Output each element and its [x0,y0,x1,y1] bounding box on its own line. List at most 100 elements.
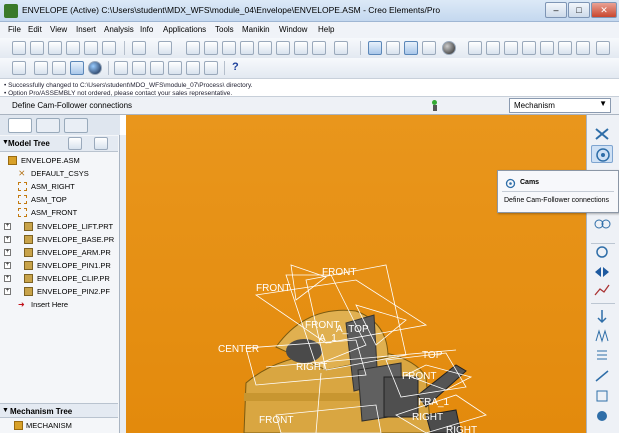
undo-icon[interactable] [132,41,146,55]
menu-file[interactable]: File [8,25,21,34]
collapse-icon[interactable]: ▼ [2,407,9,414]
datum-plane-tool-icon[interactable] [114,61,128,75]
find-icon[interactable] [294,41,308,55]
copy-icon[interactable] [204,41,218,55]
tree-item[interactable]: ASM_FRONT [0,206,118,219]
analysis-tool-icon[interactable] [204,61,218,75]
separator [591,303,615,304]
tree-item[interactable]: ⨯ DEFAULT_CSYS [0,167,118,180]
menu-tools[interactable]: Tools [215,25,234,34]
datum-axes-icon[interactable] [386,41,400,55]
tree-item[interactable]: + ENVELOPE_ARM.PR [0,246,118,259]
tree-show-icon[interactable] [94,137,108,150]
menu-insert[interactable]: Insert [76,25,96,34]
print-icon[interactable] [84,41,98,55]
initial-condition-icon[interactable] [591,387,613,405]
chevron-down-icon: ▼ [599,99,607,108]
expand-icon[interactable]: + [4,274,11,282]
wireframe-icon[interactable] [12,61,26,75]
no-hidden-icon[interactable] [52,61,66,75]
graphics-window[interactable]: FRONT FRONT FRONT A_TOP A_1 CENTER RIGHT TOP FRO… [126,115,586,435]
gravity-icon[interactable] [591,307,613,325]
toolbar-row-1 [0,38,619,58]
datum-points-icon[interactable] [404,41,418,55]
csys-display-icon[interactable] [422,41,436,55]
refit-icon[interactable] [522,41,536,55]
drag-components-icon[interactable] [591,263,613,281]
minimize-button[interactable]: – [545,2,567,18]
datum-point-tool-icon[interactable] [168,61,182,75]
hidden-line-icon[interactable] [34,61,48,75]
select-box-icon[interactable] [312,41,326,55]
tree-item[interactable]: + ENVELOPE_LIFT.PRT [0,220,118,233]
close-button[interactable]: ✕ [591,2,617,18]
expand-icon[interactable]: + [4,222,11,230]
analysis-results-icon[interactable] [591,281,613,299]
tree-item[interactable]: ENVELOPE.ASM [0,154,118,167]
datum-axis-tool-icon[interactable] [132,61,146,75]
datum-planes-icon[interactable] [368,41,382,55]
datum-plane-icon [18,182,27,192]
folder-browser-tab[interactable] [36,118,60,133]
expand-icon[interactable]: + [4,288,11,295]
mechanism-tree-item[interactable]: MECHANISM [0,419,118,432]
paste-special-icon[interactable] [240,41,254,55]
tree-item[interactable]: + ENVELOPE_CLIP.PR [0,272,118,285]
tree-item[interactable]: ➜ Insert Here [0,298,118,311]
menu-analysis[interactable]: Analysis [104,25,134,34]
saved-views-icon[interactable] [558,41,572,55]
new-icon[interactable] [30,41,44,55]
tree-item[interactable]: ASM_RIGHT [0,180,118,193]
force-motor-icon[interactable] [591,367,613,385]
menu-view[interactable]: View [50,25,67,34]
regenerate-icon[interactable] [258,41,272,55]
tree-item[interactable]: + ENVELOPE_PIN2.PF [0,285,118,298]
expand-icon[interactable]: + [4,248,11,256]
csys-tool-icon[interactable] [186,61,200,75]
appearance-icon[interactable] [88,61,102,75]
regen-manager-icon[interactable] [276,41,290,55]
damper-icon[interactable] [591,347,613,365]
zoom-in-icon[interactable] [486,41,500,55]
gear-pair-icon[interactable] [591,215,613,233]
expand-icon[interactable]: + [4,235,11,243]
menu-info[interactable]: Info [140,25,153,34]
shading-icon[interactable] [442,41,456,55]
tree-settings-icon[interactable] [68,137,82,150]
menu-applications[interactable]: Applications [163,25,206,34]
separator [360,41,361,55]
shaded-icon[interactable] [70,61,84,75]
spin-icon[interactable] [468,41,482,55]
maximize-button[interactable]: □ [568,2,590,18]
connection-icon[interactable] [591,125,613,143]
menu-manikin[interactable]: Manikin [242,25,270,34]
open-icon[interactable] [48,41,62,55]
save-icon[interactable] [66,41,80,55]
view-manager-icon[interactable] [596,41,610,55]
tree-item[interactable]: + ENVELOPE_BASE.PR [0,233,118,246]
context-help-icon[interactable]: ? [232,61,246,75]
cams-icon[interactable] [591,145,613,163]
tree-item[interactable]: + ENVELOPE_PIN1.PR [0,259,118,272]
menu-window[interactable]: Window [279,25,307,34]
email-icon[interactable] [102,41,116,55]
expand-icon[interactable]: + [4,261,11,269]
selection-mode-icon[interactable] [334,41,348,55]
spring-icon[interactable] [591,327,613,345]
redo-icon[interactable] [158,41,172,55]
model-tree-tab[interactable] [8,118,32,133]
reorient-icon[interactable] [540,41,554,55]
paste-icon[interactable] [222,41,236,55]
tree-item[interactable]: ASM_TOP [0,193,118,206]
mass-properties-icon[interactable] [591,407,613,425]
selection-filter-dropdown[interactable]: Mechanism ▼ [509,98,611,113]
menu-help[interactable]: Help [318,25,334,34]
layers-icon[interactable] [576,41,590,55]
menu-edit[interactable]: Edit [28,25,42,34]
datum-curve-tool-icon[interactable] [150,61,164,75]
zoom-out-icon[interactable] [504,41,518,55]
close-window-icon[interactable] [12,41,26,55]
servo-motor-icon[interactable] [591,243,613,261]
cut-icon[interactable] [186,41,200,55]
favorites-tab[interactable] [64,118,88,133]
